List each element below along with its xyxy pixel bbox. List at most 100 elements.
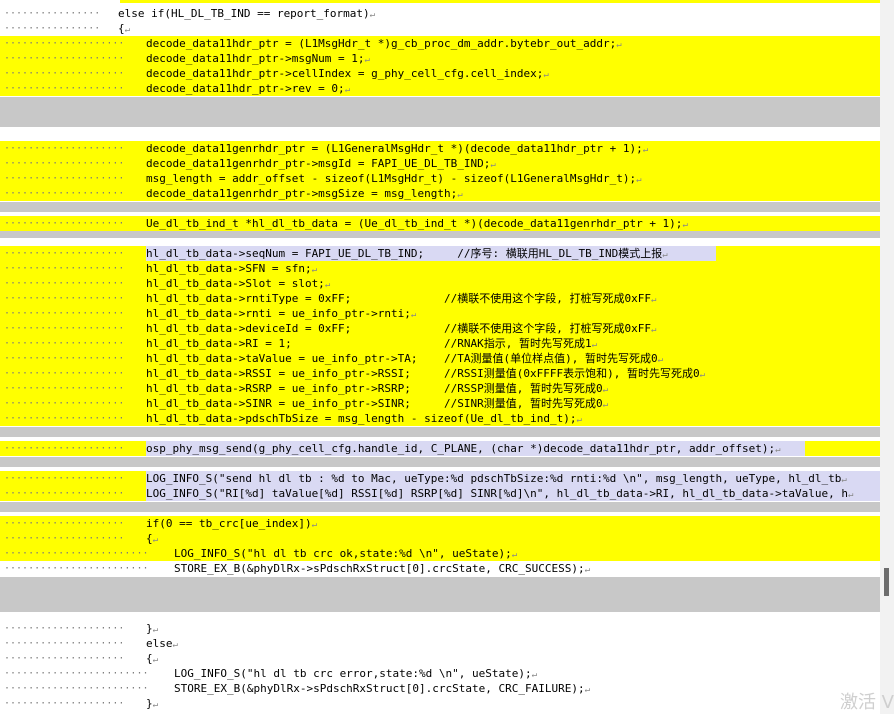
paragraph-mark-icon: ↵ bbox=[576, 415, 582, 425]
indent-whitespace-dots: ···················· bbox=[4, 518, 125, 529]
paragraph-mark-icon: ↵ bbox=[602, 385, 609, 395]
indent-whitespace-dots: ···················· bbox=[4, 218, 125, 229]
indent-whitespace-dots: ···················· bbox=[4, 473, 125, 484]
code-line[interactable]: ···················· hl_dl_tb_data->rntiT… bbox=[0, 291, 880, 306]
indent-whitespace-dots: ························ bbox=[4, 548, 149, 559]
code-text: osp_phy_msg_send(g_phy_cell_cfg.handle_i… bbox=[146, 442, 781, 455]
code-line[interactable]: ···················· hl_dl_tb_data->Slot … bbox=[0, 276, 880, 291]
indent-whitespace-dots: ···················· bbox=[4, 53, 125, 64]
indent-whitespace-dots: ···················· bbox=[4, 368, 125, 379]
paragraph-mark-icon: ↵ bbox=[848, 490, 854, 500]
indent-whitespace-dots: ···················· bbox=[4, 443, 125, 454]
paragraph-mark-icon: ↵ bbox=[152, 655, 159, 665]
code-line[interactable]: ···················· osp_phy_msg_send(g_p… bbox=[0, 441, 880, 456]
code-line[interactable]: ························ LOG_INFO_S("hl d… bbox=[0, 666, 880, 681]
paragraph-mark-icon: ↵ bbox=[531, 670, 538, 680]
code-line[interactable]: ···················· decode_data11hdr_ptr… bbox=[0, 81, 880, 96]
code-line[interactable]: ···················· decode_data11genrhdr… bbox=[0, 186, 880, 201]
code-line[interactable]: ···················· hl_dl_tb_data->taVal… bbox=[0, 351, 880, 366]
indent-whitespace-dots: ···················· bbox=[4, 488, 125, 499]
code-line[interactable]: ···················· hl_dl_tb_data->RI = … bbox=[0, 336, 880, 351]
indent-whitespace-dots: ···················· bbox=[4, 263, 125, 274]
indent-whitespace-dots: ···················· bbox=[4, 293, 125, 304]
code-line[interactable]: ···················· decode_data11genrhdr… bbox=[0, 156, 880, 171]
paragraph-mark-icon: ↵ bbox=[410, 310, 417, 320]
code-line[interactable]: ················ else if(HL_DL_TB_IND == … bbox=[0, 6, 880, 21]
paragraph-mark-icon: ↵ bbox=[152, 535, 159, 545]
paragraph-mark-icon: ↵ bbox=[369, 10, 376, 20]
paragraph-mark-icon: ↵ bbox=[651, 325, 657, 335]
indent-whitespace-dots: ···················· bbox=[4, 623, 125, 634]
indent-whitespace-dots: ················ bbox=[4, 8, 101, 19]
code-line[interactable]: ···················· hl_dl_tb_data->RSSI … bbox=[0, 366, 880, 381]
indent-whitespace-dots: ···················· bbox=[4, 413, 125, 424]
code-line[interactable]: ···················· hl_dl_tb_data->RSRP … bbox=[0, 381, 880, 396]
paragraph-mark-icon: ↵ bbox=[602, 400, 609, 410]
code-line[interactable]: ························ STORE_EX_B(&phyD… bbox=[0, 681, 880, 696]
paragraph-mark-icon: ↵ bbox=[364, 55, 370, 65]
code-line[interactable]: ···················· hl_dl_tb_data->devic… bbox=[0, 321, 880, 336]
code-line[interactable]: ···················· LOG_INFO_S("RI[%d] t… bbox=[0, 486, 880, 501]
indent-whitespace-dots: ···················· bbox=[4, 173, 125, 184]
code-line[interactable]: ···················· decode_data11hdr_ptr… bbox=[0, 36, 880, 51]
code-text: decode_data11genrhdr_ptr->msgSize = msg_… bbox=[146, 187, 463, 200]
scrollbar-thumb[interactable] bbox=[884, 568, 889, 596]
indent-whitespace-dots: ···················· bbox=[4, 278, 125, 289]
code-line[interactable]: ···················· hl_dl_tb_data->SINR … bbox=[0, 396, 880, 411]
code-line[interactable]: ························ LOG_INFO_S("hl d… bbox=[0, 546, 880, 561]
paragraph-mark-icon: ↵ bbox=[311, 520, 317, 530]
section-gap bbox=[0, 457, 880, 467]
indent-whitespace-dots: ···················· bbox=[4, 383, 125, 394]
indent-whitespace-dots: ························ bbox=[4, 563, 149, 574]
code-line[interactable]: ···················· {↵ bbox=[0, 651, 880, 666]
code-line[interactable]: ···················· }↵ bbox=[0, 696, 880, 711]
code-text: Ue_dl_tb_ind_t *hl_dl_tb_data = (Ue_dl_t… bbox=[146, 217, 688, 230]
indent-whitespace-dots: ···················· bbox=[4, 38, 125, 49]
indent-whitespace-dots: ···················· bbox=[4, 698, 125, 709]
code-line[interactable]: ···················· hl_dl_tb_data->SFN =… bbox=[0, 261, 880, 276]
code-line[interactable]: ···················· hl_dl_tb_data->pdsch… bbox=[0, 411, 880, 426]
paragraph-mark-icon: ↵ bbox=[642, 145, 649, 155]
paragraph-mark-icon: ↵ bbox=[311, 265, 317, 275]
code-line[interactable]: ···················· hl_dl_tb_data->rnti … bbox=[0, 306, 880, 321]
code-line[interactable]: ················ {↵ bbox=[0, 21, 880, 36]
code-line[interactable]: ···················· decode_data11genrhdr… bbox=[0, 141, 880, 156]
paragraph-mark-icon: ↵ bbox=[152, 700, 159, 710]
code-line[interactable]: ···················· Ue_dl_tb_ind_t *hl_d… bbox=[0, 216, 880, 231]
activation-watermark: 激活 V bbox=[839, 692, 894, 713]
indent-whitespace-dots: ···················· bbox=[4, 638, 125, 649]
code-line[interactable]: ···················· decode_data11hdr_ptr… bbox=[0, 66, 880, 81]
code-line[interactable]: ···················· else↵ bbox=[0, 636, 880, 651]
code-line[interactable]: ···················· if(0 == tb_crc[ue_in… bbox=[0, 516, 880, 531]
code-line[interactable]: ···················· LOG_INFO_S("send hl … bbox=[0, 471, 880, 486]
section-gap bbox=[0, 502, 880, 512]
paragraph-mark-icon: ↵ bbox=[324, 280, 331, 290]
code-text: LOG_INFO_S("RI[%d] taValue[%d] RSSI[%d] … bbox=[146, 487, 854, 500]
document-editor[interactable]: ················ else if(HL_DL_TB_IND == … bbox=[0, 0, 880, 714]
indent-whitespace-dots: ···················· bbox=[4, 143, 125, 154]
vertical-scrollbar[interactable] bbox=[880, 0, 894, 714]
paragraph-mark-icon: ↵ bbox=[662, 250, 668, 260]
indent-whitespace-dots: ················ bbox=[4, 23, 101, 34]
section-gap bbox=[0, 577, 880, 612]
indent-whitespace-dots: ···················· bbox=[4, 83, 125, 94]
paragraph-mark-icon: ↵ bbox=[657, 355, 664, 365]
paragraph-mark-icon: ↵ bbox=[682, 220, 688, 230]
paragraph-mark-icon: ↵ bbox=[636, 175, 642, 185]
paragraph-mark-icon: ↵ bbox=[841, 475, 847, 485]
indent-whitespace-dots: ···················· bbox=[4, 248, 125, 259]
code-line[interactable]: ···················· decode_data11hdr_ptr… bbox=[0, 51, 880, 66]
paragraph-mark-icon: ↵ bbox=[152, 625, 159, 635]
code-line[interactable]: ···················· msg_length = addr_of… bbox=[0, 171, 880, 186]
paragraph-mark-icon: ↵ bbox=[543, 70, 549, 80]
indent-whitespace-dots: ························ bbox=[4, 668, 149, 679]
paragraph-mark-icon: ↵ bbox=[651, 295, 657, 305]
code-line[interactable]: ···················· hl_dl_tb_data->seqNu… bbox=[0, 246, 880, 261]
indent-whitespace-dots: ···················· bbox=[4, 398, 125, 409]
indent-whitespace-dots: ···················· bbox=[4, 308, 125, 319]
code-line[interactable]: ························ STORE_EX_B(&phyD… bbox=[0, 561, 880, 576]
code-line[interactable]: ····················}↵ bbox=[0, 621, 880, 636]
code-text: }↵ bbox=[146, 697, 159, 710]
section-gap bbox=[0, 202, 880, 212]
code-line[interactable]: ···················· {↵ bbox=[0, 531, 880, 546]
